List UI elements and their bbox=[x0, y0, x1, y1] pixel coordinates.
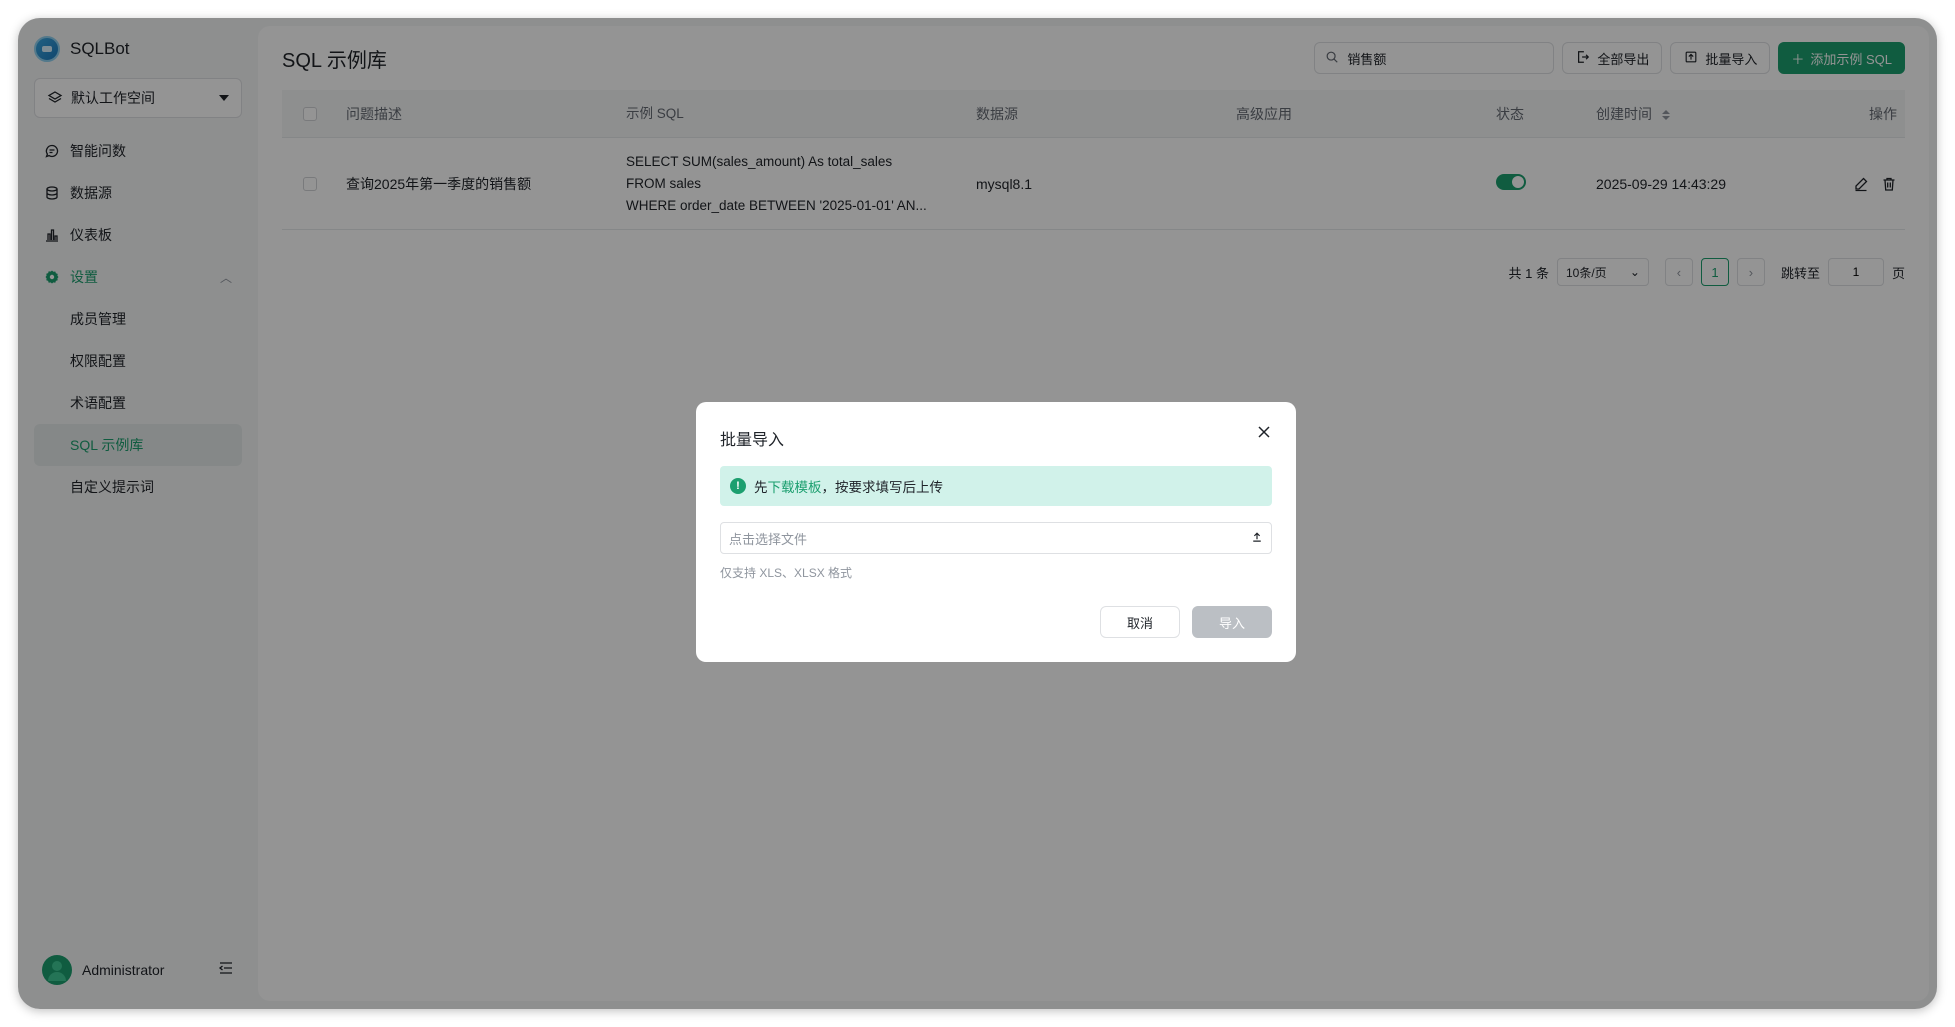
file-placeholder: 点击选择文件 bbox=[729, 531, 808, 547]
batch-import-dialog: 批量导入 ! 先下载模板，按要求填写后上传 点击选择文件 仅支持 XLS、XLS… bbox=[696, 402, 1296, 662]
format-hint: 仅支持 XLS、XLSX 格式 bbox=[720, 566, 853, 580]
download-template-link[interactable]: 下载模板 bbox=[768, 480, 822, 495]
app-window: SQLBot 默认工作空间 智能问数 数据源 仪表板 设置 ︿ 成员管理 权限配… bbox=[18, 18, 1937, 1009]
dialog-footer: 取消 导入 bbox=[1100, 606, 1272, 638]
alert-suffix: ，按要求填写后上传 bbox=[821, 480, 944, 495]
alert-prefix: 先 bbox=[754, 480, 768, 495]
dialog-title: 批量导入 bbox=[720, 432, 785, 449]
file-picker[interactable]: 点击选择文件 bbox=[720, 522, 1272, 554]
cancel-button[interactable]: 取消 bbox=[1100, 606, 1180, 638]
info-alert: ! 先下载模板，按要求填写后上传 bbox=[720, 466, 1272, 506]
close-icon[interactable] bbox=[1256, 424, 1272, 444]
info-icon: ! bbox=[730, 478, 746, 494]
upload-icon bbox=[1251, 530, 1263, 546]
alert-text: 先下载模板，按要求填写后上传 bbox=[754, 476, 943, 496]
import-button[interactable]: 导入 bbox=[1192, 606, 1272, 638]
